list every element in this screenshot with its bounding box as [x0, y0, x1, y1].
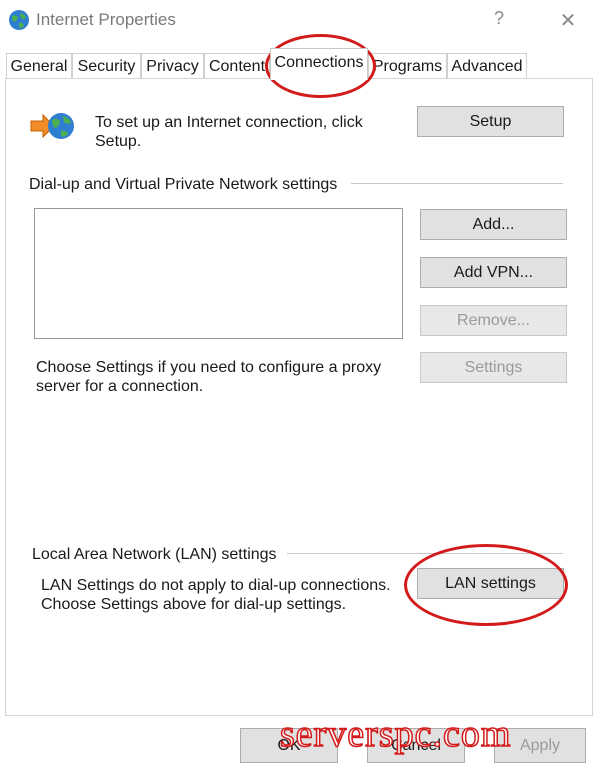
add-button[interactable]: Add... — [420, 209, 567, 240]
tab-advanced[interactable]: Advanced — [447, 53, 527, 79]
tab-security[interactable]: Security — [72, 53, 141, 79]
dialup-group-label: Dial-up and Virtual Private Network sett… — [29, 176, 338, 193]
tab-programs[interactable]: Programs — [368, 53, 447, 79]
help-button[interactable]: ? — [488, 8, 510, 32]
setup-description: To set up an Internet connection, click … — [95, 114, 363, 150]
tab-general[interactable]: General — [6, 53, 72, 79]
tab-content[interactable]: Content — [204, 53, 270, 79]
proxy-hint: Choose Settings if you need to configure… — [36, 359, 382, 395]
remove-button[interactable]: Remove... — [420, 305, 567, 336]
annotation-circle — [404, 544, 568, 626]
tab-privacy[interactable]: Privacy — [141, 53, 204, 79]
group-divider — [351, 183, 563, 184]
connection-wizard-icon — [30, 108, 76, 144]
lan-description: LAN Settings do not apply to dial-up con… — [41, 577, 391, 613]
tab-connections[interactable]: Connections — [270, 48, 368, 80]
globe-icon — [7, 8, 31, 32]
tab-strip: General Security Privacy Content Connect… — [6, 48, 592, 80]
close-button[interactable]: ✕ — [556, 8, 580, 32]
window-title: Internet Properties — [36, 10, 176, 29]
connections-list[interactable] — [34, 208, 403, 339]
watermark: serverspc.com — [279, 712, 512, 756]
add-vpn-button[interactable]: Add VPN... — [420, 257, 567, 288]
lan-group-label: Local Area Network (LAN) settings — [32, 546, 277, 563]
setup-button[interactable]: Setup — [417, 106, 564, 137]
settings-button[interactable]: Settings — [420, 352, 567, 383]
